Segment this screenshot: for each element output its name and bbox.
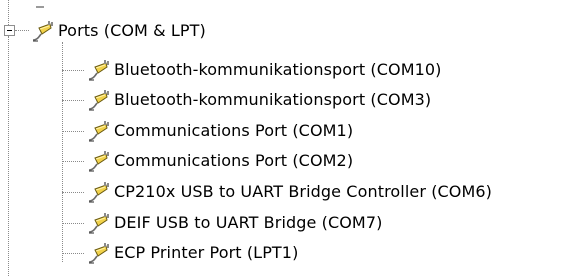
- device-label: CP210x USB to UART Bridge Controller (CO…: [114, 182, 493, 201]
- tree-connector-line: [62, 131, 84, 132]
- category-label: Ports (COM & LPT): [58, 21, 206, 40]
- device-item[interactable]: CP210x USB to UART Bridge Controller (CO…: [86, 179, 492, 205]
- device-label: ECP Printer Port (LPT1): [114, 243, 299, 262]
- tree-connector-line: [62, 100, 84, 101]
- port-connector-icon: [88, 150, 110, 172]
- device-tree: Ports (COM & LPT) Bluetooth-kommunikatio…: [0, 0, 572, 276]
- device-label: DEIF USB to UART Bridge (COM7): [114, 213, 383, 232]
- device-item[interactable]: Communications Port (COM1): [86, 118, 353, 144]
- port-connector-icon: [88, 242, 110, 264]
- port-connector-icon: [88, 212, 110, 234]
- device-label: Bluetooth-kommunikationsport (COM10): [114, 60, 442, 79]
- port-connector-icon: [88, 89, 110, 111]
- tree-connector-line: [62, 192, 84, 193]
- tree-connector-line: [62, 70, 84, 71]
- tree-connector-line: [62, 161, 84, 162]
- tree-connector-line: [62, 42, 63, 262]
- device-item[interactable]: Bluetooth-kommunikationsport (COM3): [86, 87, 431, 113]
- device-item[interactable]: Bluetooth-kommunikationsport (COM10): [86, 57, 442, 83]
- device-item[interactable]: DEIF USB to UART Bridge (COM7): [86, 210, 382, 236]
- collapse-toggle[interactable]: [4, 25, 15, 36]
- tree-connector-line: [62, 253, 84, 254]
- device-label: Communications Port (COM1): [114, 121, 354, 140]
- tree-connector-line: [62, 223, 84, 224]
- device-item[interactable]: Communications Port (COM2): [86, 148, 353, 174]
- device-item[interactable]: ECP Printer Port (LPT1): [86, 240, 298, 266]
- tree-connector-line: [8, 36, 9, 276]
- port-connector-icon: [88, 59, 110, 81]
- port-connector-icon: [32, 20, 54, 42]
- tree-category-ports[interactable]: Ports (COM & LPT): [30, 18, 206, 44]
- port-connector-icon: [88, 120, 110, 142]
- device-label: Communications Port (COM2): [114, 151, 354, 170]
- device-label: Bluetooth-kommunikationsport (COM3): [114, 90, 432, 109]
- cut-off-item-edge: [36, 0, 44, 8]
- tree-connector-line: [15, 30, 29, 31]
- tree-connector-line: [8, 0, 9, 25]
- port-connector-icon: [88, 181, 110, 203]
